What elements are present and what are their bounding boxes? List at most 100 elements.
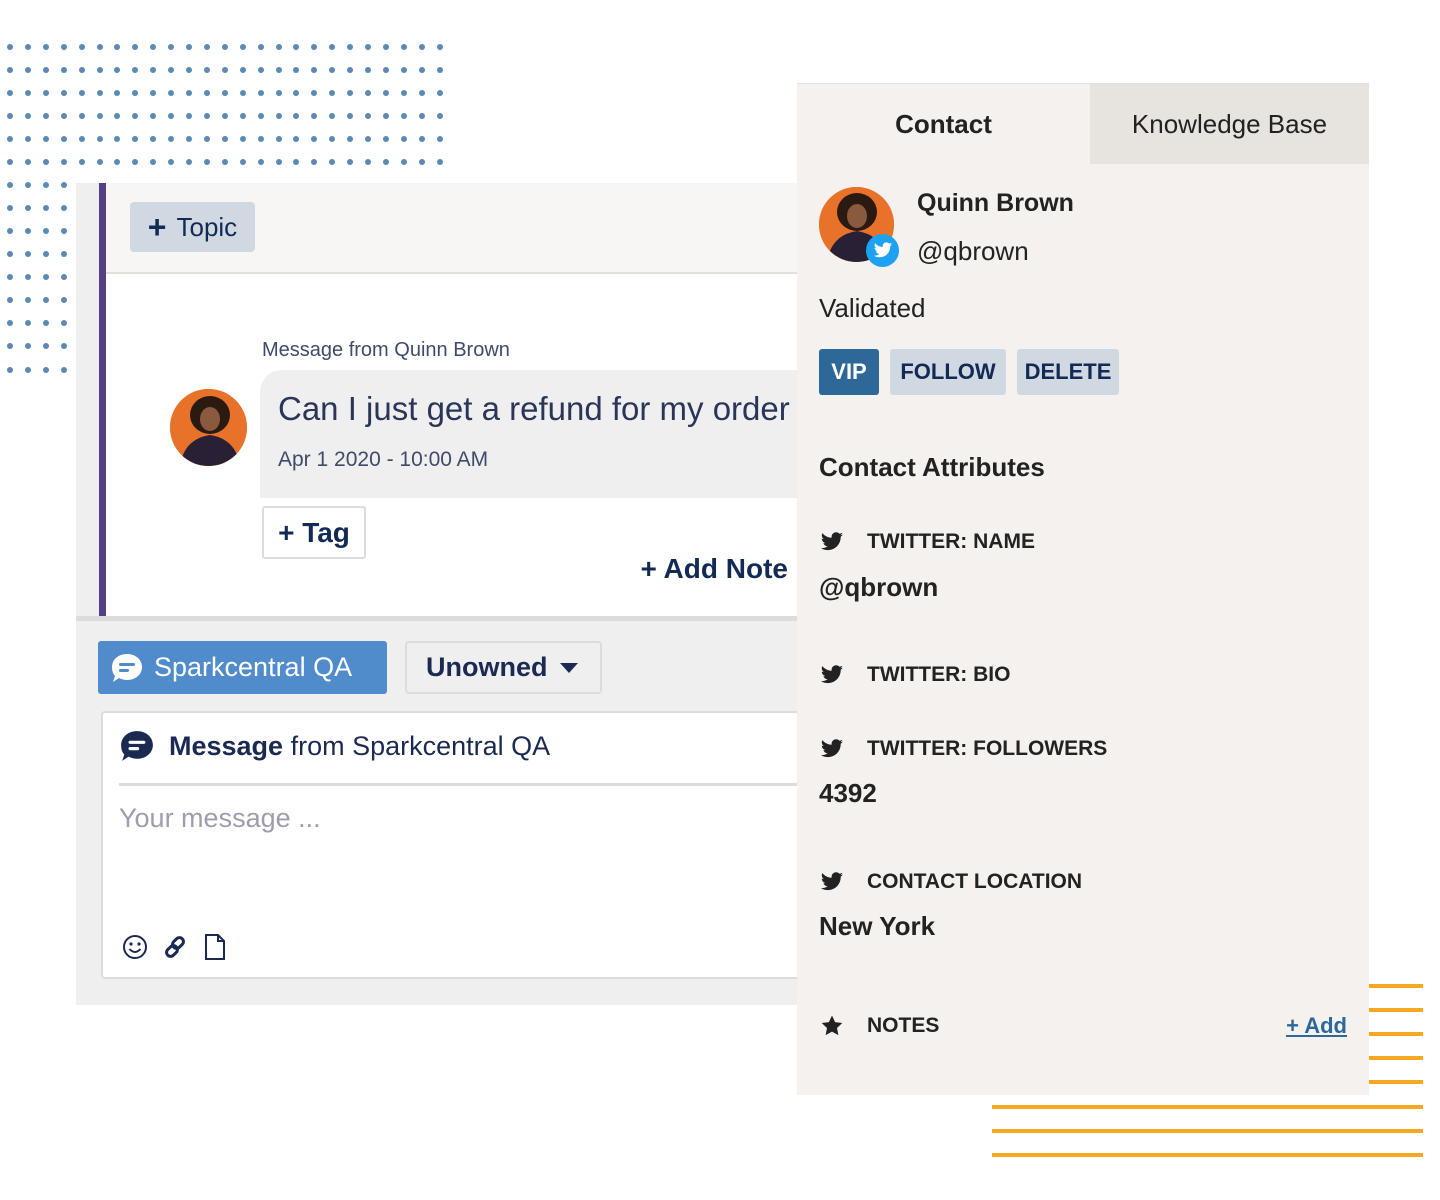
decorative-dot [24, 343, 31, 349]
decorative-dot [329, 159, 336, 165]
decorative-dot [24, 159, 31, 165]
decorative-dot [60, 90, 67, 96]
decorative-dot [311, 136, 318, 142]
add-tag-button[interactable]: + Tag [262, 506, 366, 559]
decorative-dot [60, 274, 67, 280]
decorative-dot [257, 67, 264, 73]
add-topic-label: Topic [176, 211, 238, 242]
decorative-dot [382, 90, 389, 96]
decorative-dot [150, 136, 157, 142]
decorative-dot [7, 67, 13, 73]
decorative-dot [436, 44, 443, 50]
decorative-dot [24, 367, 31, 373]
decorative-dot [7, 90, 13, 96]
decorative-dot [42, 136, 49, 142]
decorative-dot [24, 113, 31, 119]
decorative-dot [24, 182, 31, 188]
message-text: Can I just get a refund for my order [278, 390, 790, 427]
decorative-dot [60, 159, 67, 165]
decorative-dot [78, 67, 85, 73]
decorative-dot [275, 159, 282, 165]
message-timestamp: Apr 1 2020 - 10:00 AM [278, 448, 489, 471]
decorative-dot [7, 113, 13, 119]
decorative-dot [436, 113, 443, 119]
topic-bar: + Topic [106, 183, 798, 274]
decorative-dot [275, 113, 282, 119]
conversation-panel: + Topic Message from Quinn Brown Can I j… [76, 183, 805, 1005]
decorative-dot [96, 44, 103, 50]
decorative-dot [24, 320, 31, 326]
composer-toolbar [121, 933, 229, 961]
decorative-dot [436, 90, 443, 96]
decorative-dot [329, 113, 336, 119]
plus-icon: + [147, 209, 167, 245]
attribute-label: TWITTER: BIO [819, 663, 1010, 687]
link-button[interactable] [161, 933, 189, 961]
decorative-dot [60, 343, 67, 349]
message-sender-label: Message from Quinn Brown [262, 339, 510, 361]
sender-avatar [170, 389, 247, 466]
thread-divider [76, 616, 798, 621]
decorative-dot [7, 320, 13, 326]
delete-button[interactable]: DELETE [1017, 349, 1119, 395]
decorative-dot [329, 136, 336, 142]
decorative-dot [293, 67, 300, 73]
decorative-dot [60, 44, 67, 50]
decorative-dot [400, 159, 407, 165]
channel-button-label: Sparkcentral QA [154, 652, 353, 682]
attribute-label: TWITTER: FOLLOWERS [819, 737, 1107, 761]
decorative-line [1369, 1032, 1423, 1036]
decorative-dot [42, 297, 49, 303]
message-input[interactable] [119, 803, 779, 913]
decorative-dot [382, 113, 389, 119]
owner-dropdown[interactable]: Unowned [405, 641, 602, 694]
decorative-dot [400, 67, 407, 73]
decorative-dot [436, 136, 443, 142]
add-note-link[interactable]: + Add [1286, 1013, 1347, 1039]
decorative-dot [400, 136, 407, 142]
tab-knowledge-base[interactable]: Knowledge Base [1090, 84, 1369, 164]
decorative-dot [114, 113, 121, 119]
decorative-dot [7, 297, 13, 303]
follow-button[interactable]: FOLLOW [890, 349, 1006, 395]
decorative-dot [418, 44, 425, 50]
decorative-dot [132, 67, 139, 73]
decorative-dot [418, 67, 425, 73]
decorative-dot [275, 136, 282, 142]
decorative-dot [168, 67, 175, 73]
decorative-dot [42, 320, 49, 326]
twitter-icon [873, 242, 892, 258]
decorative-dot [42, 159, 49, 165]
attach-file-button[interactable] [201, 933, 229, 961]
composer-header: Message from Sparkcentral QA [119, 729, 550, 763]
contact-panel: Contact Knowledge Base Quinn Brown @qbro… [797, 83, 1369, 1095]
attribute-label-text: TWITTER: BIO [867, 663, 1011, 686]
decorative-dot [418, 113, 425, 119]
channel-button[interactable]: Sparkcentral QA [98, 641, 387, 694]
decorative-dot [114, 90, 121, 96]
decorative-dot [293, 136, 300, 142]
decorative-dot [60, 367, 67, 373]
vip-button[interactable]: VIP [819, 349, 879, 395]
decorative-dot [293, 159, 300, 165]
decorative-dot [42, 182, 49, 188]
decorative-dot [114, 44, 121, 50]
decorative-dot [293, 44, 300, 50]
add-note-button[interactable]: + Add Note [640, 553, 788, 585]
contact-handle: @qbrown [917, 236, 1029, 266]
decorative-dot [24, 44, 31, 50]
tab-contact[interactable]: Contact [797, 84, 1090, 164]
caret-down-icon [559, 662, 578, 673]
decorative-dot [42, 343, 49, 349]
add-topic-button[interactable]: + Topic [130, 202, 255, 252]
composer-divider [119, 783, 801, 786]
decorative-dot [42, 67, 49, 73]
contact-actions: VIP FOLLOW DELETE [819, 349, 1119, 395]
decorative-dot [203, 113, 210, 119]
decorative-dot [114, 159, 121, 165]
decorative-dot [311, 44, 318, 50]
owner-dropdown-value: Unowned [426, 652, 548, 682]
emoji-button[interactable] [121, 933, 149, 961]
decorative-dot [150, 44, 157, 50]
decorative-line [992, 1105, 1423, 1109]
